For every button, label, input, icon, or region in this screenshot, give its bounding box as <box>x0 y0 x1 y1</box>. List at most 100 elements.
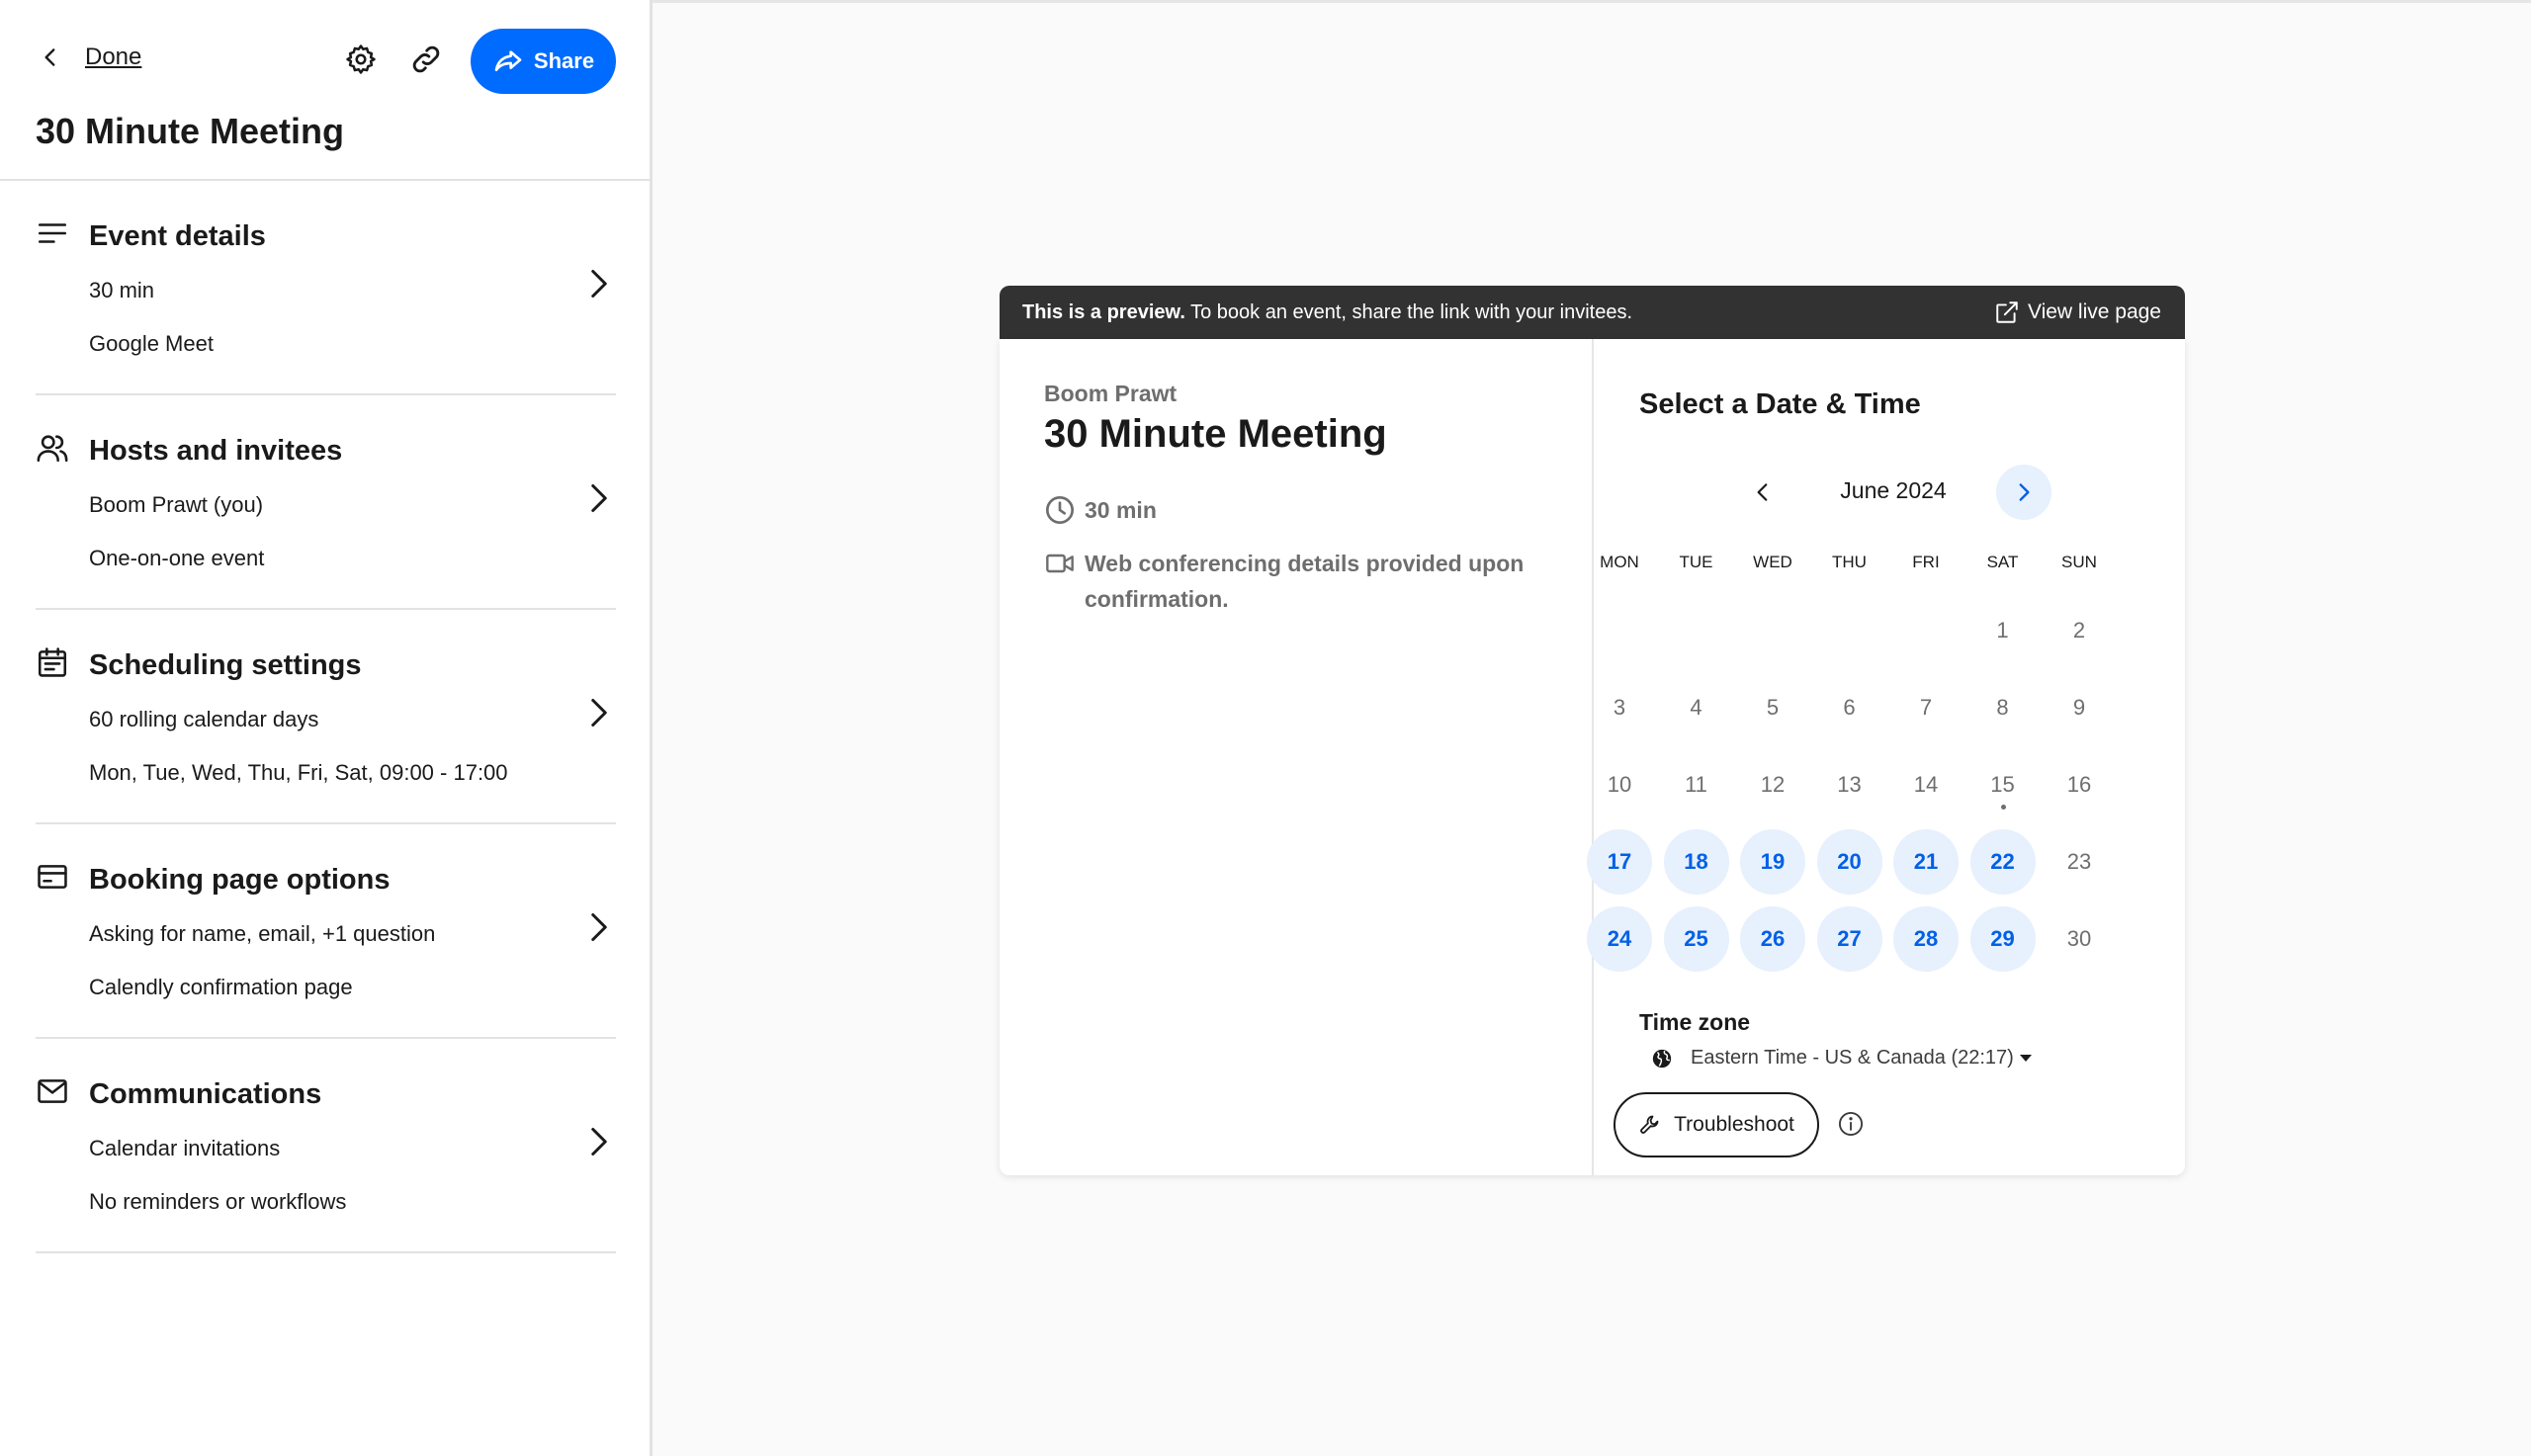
day-number: 26 <box>1760 926 1786 951</box>
day-number: 5 <box>1766 695 1780 720</box>
troubleshoot-button[interactable]: Troubleshoot <box>1614 1092 1819 1157</box>
view-live-page-link[interactable]: View live page <box>1994 286 2161 339</box>
card-divider <box>1592 339 1594 1175</box>
section-booking-page-options[interactable]: Booking page options Asking for name, em… <box>36 824 616 1039</box>
event-name: 30 Minute Meeting <box>1044 412 1387 456</box>
day-number: 28 <box>1913 926 1939 951</box>
available-day-button[interactable]: 21 <box>1893 829 1959 895</box>
available-day-button[interactable]: 26 <box>1740 906 1805 972</box>
section-title: Communications <box>89 1078 322 1110</box>
calendar-day: 23 <box>2047 829 2112 895</box>
day-number: 13 <box>1837 772 1862 797</box>
lines-icon <box>36 216 69 250</box>
section-title: Hosts and invitees <box>89 435 343 467</box>
calendar-day: 13 <box>1817 752 1882 817</box>
day-number: 29 <box>1990 926 2015 951</box>
gear-icon <box>346 44 376 74</box>
weekday-label: SUN <box>2061 553 2097 571</box>
previous-month-button[interactable] <box>1735 465 1790 520</box>
share-button[interactable]: Share <box>471 29 616 94</box>
weekday-label: FRI <box>1912 553 1940 571</box>
available-day-button[interactable]: 29 <box>1969 906 2036 972</box>
day-number: 11 <box>1685 772 1707 797</box>
today-indicator <box>2000 805 2006 810</box>
section-detail: One-on-one event <box>89 546 265 570</box>
chevron-right-icon <box>591 1128 607 1156</box>
event-duration: 30 min <box>1044 492 1157 528</box>
section-title: Scheduling settings <box>89 649 362 681</box>
calendar-day: 4 <box>1664 675 1729 740</box>
card-icon <box>36 860 69 894</box>
preview-banner-message: To book an event, share the link with yo… <box>1184 300 1632 323</box>
day-number: 27 <box>1837 926 1862 951</box>
timezone-value: Eastern Time - US & Canada (22:17) <box>1691 1047 2014 1069</box>
available-day-button[interactable]: 18 <box>1663 829 1729 895</box>
link-icon <box>412 45 440 73</box>
available-day-button[interactable]: 17 <box>1587 829 1652 895</box>
available-day-button[interactable]: 25 <box>1663 906 1729 972</box>
weekday-label: TUE <box>1679 553 1713 571</box>
clock-icon <box>1046 496 1074 524</box>
organizer-name: Boom Prawt <box>1044 381 1178 406</box>
section-scheduling-settings[interactable]: Scheduling settings 60 rolling calendar … <box>36 610 616 824</box>
section-detail: Calendar invitations <box>89 1136 281 1160</box>
weekday-label: WED <box>1753 553 1792 571</box>
calendar-day: 7 <box>1893 675 1959 740</box>
next-month-button[interactable] <box>1996 465 2051 520</box>
info-icon <box>1838 1111 1864 1137</box>
calendar-day: 1 <box>1970 598 2036 663</box>
settings-button[interactable] <box>341 40 381 79</box>
day-number: 14 <box>1913 772 1939 797</box>
wrench-icon <box>1640 1115 1659 1134</box>
section-event-details[interactable]: Event details 30 min Google Meet <box>36 181 616 395</box>
done-label[interactable]: Done <box>85 43 141 71</box>
day-number: 12 <box>1760 772 1786 797</box>
location-text: Web conferencing details provided upon c… <box>1085 551 1525 612</box>
available-day-button[interactable]: 19 <box>1740 829 1805 895</box>
calendar-day: 14 <box>1893 752 1959 817</box>
share-arrow-icon <box>494 50 522 71</box>
event-editor-sidebar: Done Share 30 Minute Meeting Event detai… <box>0 0 653 1456</box>
event-type-title: 30 Minute Meeting <box>36 111 345 151</box>
section-title: Event details <box>89 220 266 252</box>
available-day-button[interactable]: 27 <box>1816 906 1882 972</box>
calendar-day: 16 <box>2047 752 2112 817</box>
view-live-page-label[interactable]: View live page <box>2028 300 2161 324</box>
available-day-button[interactable]: 22 <box>1969 829 2036 895</box>
day-number: 17 <box>1607 849 1632 874</box>
timezone-label: Time zone <box>1639 1009 1751 1035</box>
month-label: June 2024 <box>1840 477 1947 503</box>
day-number: 6 <box>1843 695 1856 720</box>
section-detail: 30 min <box>89 278 155 302</box>
day-number: 22 <box>1990 849 2015 874</box>
calendar-day: 2 <box>2047 598 2112 663</box>
calendar-day: 15 <box>1970 752 2036 817</box>
available-day-button[interactable]: 28 <box>1893 906 1959 972</box>
section-detail: Google Meet <box>89 331 214 356</box>
day-number: 25 <box>1684 926 1708 951</box>
external-link-icon <box>1996 301 2018 323</box>
section-detail: 60 rolling calendar days <box>89 707 319 731</box>
section-detail: Calendly confirmation page <box>89 975 353 999</box>
section-hosts-invitees[interactable]: Hosts and invitees Boom Prawt (you) One-… <box>36 395 616 610</box>
available-day-button[interactable]: 20 <box>1816 829 1882 895</box>
calendar-day: 12 <box>1740 752 1805 817</box>
info-button[interactable] <box>1837 1110 1865 1138</box>
chevron-right-icon <box>2019 483 2030 501</box>
day-number: 3 <box>1613 695 1626 720</box>
day-number: 7 <box>1919 695 1933 720</box>
select-date-time-title: Select a Date & Time <box>1639 388 1921 420</box>
copy-link-button[interactable] <box>406 40 446 79</box>
done-button[interactable]: Done <box>38 43 141 71</box>
calendar-day: 6 <box>1817 675 1882 740</box>
day-number: 10 <box>1607 772 1632 797</box>
day-number: 23 <box>2066 849 2092 874</box>
caret-down-icon <box>2019 1055 2032 1062</box>
day-number: 16 <box>2066 772 2092 797</box>
timezone-select[interactable]: Eastern Time - US & Canada (22:17) <box>1651 1047 2032 1070</box>
chevron-left-icon <box>1757 483 1768 501</box>
available-day-button[interactable]: 24 <box>1587 906 1652 972</box>
duration-text: 30 min <box>1085 497 1157 523</box>
section-communications[interactable]: Communications Calendar invitations No r… <box>36 1039 616 1253</box>
day-number: 24 <box>1607 926 1632 951</box>
